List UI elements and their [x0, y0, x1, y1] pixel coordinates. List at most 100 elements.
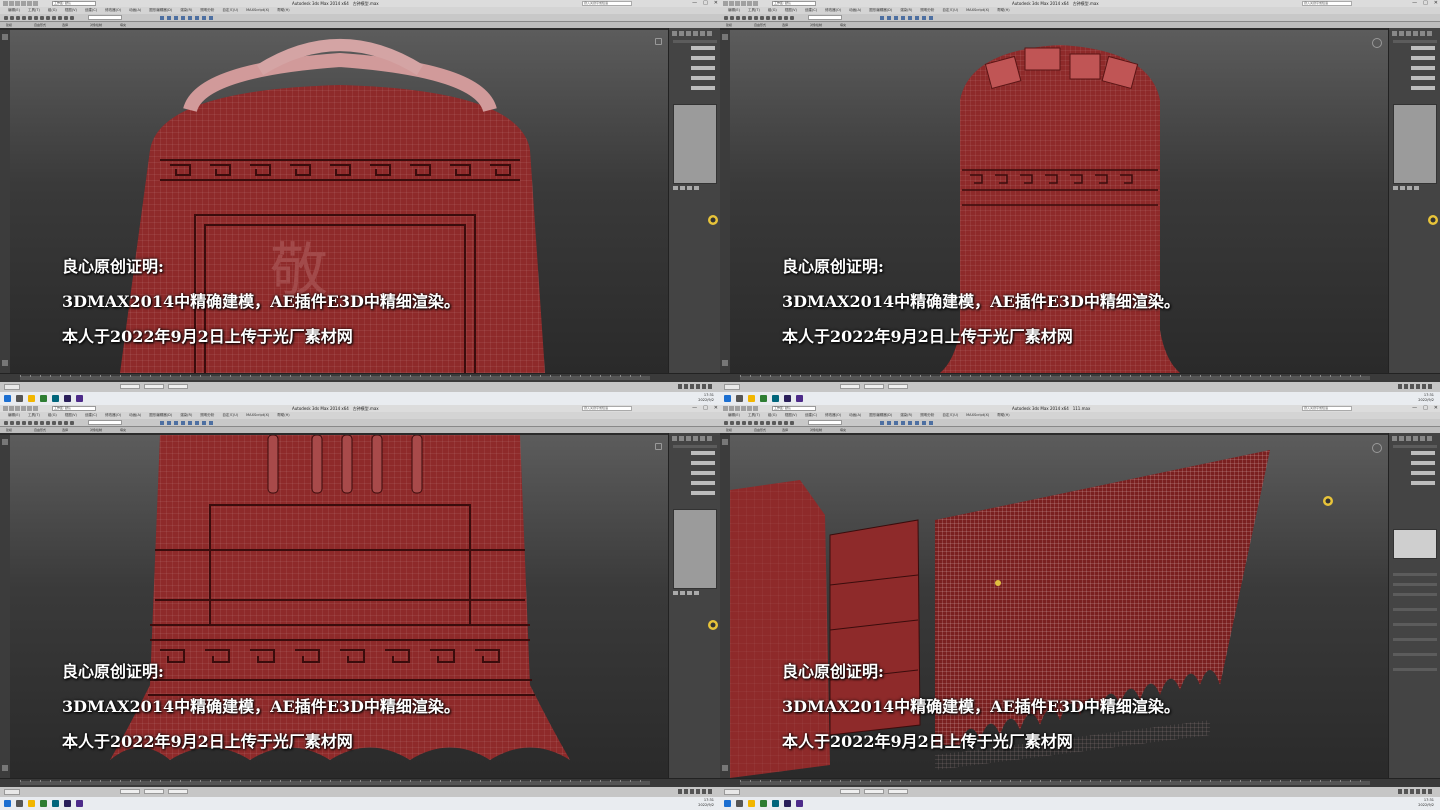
command-panel-tabs[interactable] [672, 436, 712, 441]
taskbar-clock[interactable]: 17:31 2022/9/2 [698, 393, 714, 403]
timeline[interactable] [0, 373, 720, 382]
menu-customize[interactable]: 自定义(U) [222, 7, 238, 14]
menu-modifiers[interactable]: 修改器(O) [825, 412, 841, 419]
ribbon-tab-selection[interactable]: 选择 [62, 427, 68, 433]
modifier-stack-list[interactable] [673, 104, 717, 184]
menu-maxscript[interactable]: MAXScript(X) [966, 412, 989, 419]
search-input[interactable]: 键入关键字或短语 [1302, 406, 1352, 411]
menu-animation[interactable]: 动画(A) [129, 412, 141, 419]
stack-buttons[interactable] [673, 591, 699, 595]
taskbar-app-icon[interactable] [52, 800, 59, 807]
timeline[interactable] [720, 778, 1440, 787]
search-icon[interactable] [16, 800, 23, 807]
ribbon-tab-freeform[interactable]: 自由形式 [34, 22, 46, 28]
ribbon-tab-freeform[interactable]: 自由形式 [754, 427, 766, 433]
ribbon-tab-object-paint[interactable]: 对象绘制 [90, 427, 102, 433]
ribbon-tab-modeling[interactable]: 建模 [726, 427, 732, 433]
menu-edit[interactable]: 编辑(E) [728, 7, 740, 14]
quick-access-toolbar[interactable] [3, 1, 38, 6]
playback-controls[interactable] [678, 384, 712, 389]
timeline[interactable] [0, 778, 720, 787]
taskbar-app-icon[interactable] [772, 800, 779, 807]
search-input[interactable]: 键入关键字或短语 [1302, 1, 1352, 6]
stack-buttons[interactable] [1393, 186, 1419, 190]
close-button[interactable]: ✕ [714, 405, 718, 412]
menu-rendering[interactable]: 渲染(R) [180, 412, 192, 419]
command-panel-tabs[interactable] [1392, 31, 1432, 36]
quick-access-toolbar[interactable] [3, 406, 38, 411]
windows-start-icon[interactable] [4, 395, 11, 402]
windows-start-icon[interactable] [724, 800, 731, 807]
toolbar-icons-secondary[interactable] [160, 16, 213, 20]
menu-tools[interactable]: 工具(T) [28, 7, 40, 14]
search-icon[interactable] [16, 395, 23, 402]
maximize-button[interactable]: □ [703, 0, 708, 7]
maximize-button[interactable]: □ [703, 405, 708, 412]
menu-rendering[interactable]: 渲染(R) [900, 7, 912, 14]
taskbar-app-icon[interactable] [28, 395, 35, 402]
perspective-viewport[interactable] [10, 435, 668, 778]
toolbar-icons-secondary[interactable] [880, 16, 933, 20]
menu-views[interactable]: 视图(V) [785, 412, 797, 419]
menu-graph-editors[interactable]: 图形编辑器(D) [149, 412, 172, 419]
ribbon-tab-freeform[interactable]: 自由形式 [754, 22, 766, 28]
menu-edit[interactable]: 编辑(E) [728, 412, 740, 419]
selection-filter-dropdown[interactable] [88, 15, 122, 20]
ribbon-tab-populate[interactable]: 填充 [840, 427, 846, 433]
ribbon-tab-object-paint[interactable]: 对象绘制 [810, 22, 822, 28]
taskbar-app-icon[interactable] [52, 395, 59, 402]
menu-maxscript[interactable]: MAXScript(X) [966, 7, 989, 14]
workspace-dropdown[interactable]: 工作区: 默认 [52, 1, 96, 6]
workspace-dropdown[interactable]: 工作区: 默认 [52, 406, 96, 411]
menu-modifiers[interactable]: 修改器(O) [105, 7, 121, 14]
ribbon-tab-modeling[interactable]: 建模 [6, 22, 12, 28]
menu-help[interactable]: 帮助(H) [997, 7, 1009, 14]
search-icon[interactable] [736, 800, 743, 807]
menu-animation[interactable]: 动画(A) [129, 7, 141, 14]
taskbar-app-icon[interactable] [40, 395, 47, 402]
menu-lighting[interactable]: 照明分析 [920, 7, 934, 14]
menu-graph-editors[interactable]: 图形编辑器(D) [869, 412, 892, 419]
toolbar-icons-secondary[interactable] [880, 421, 933, 425]
menu-lighting[interactable]: 照明分析 [200, 412, 214, 419]
taskbar-app-icon[interactable] [748, 395, 755, 402]
menu-group[interactable]: 组(G) [48, 412, 57, 419]
perspective-viewport[interactable]: 敬 [10, 30, 668, 373]
search-input[interactable]: 键入关键字或短语 [582, 1, 632, 6]
taskbar-app-icon[interactable] [796, 395, 803, 402]
ribbon-tab-selection[interactable]: 选择 [782, 22, 788, 28]
coordinate-fields[interactable] [120, 789, 188, 794]
menu-modifiers[interactable]: 修改器(O) [105, 412, 121, 419]
search-input[interactable]: 键入关键字或短语 [582, 406, 632, 411]
modifier-stack-list[interactable] [673, 509, 717, 589]
ribbon-tab-object-paint[interactable]: 对象绘制 [810, 427, 822, 433]
menu-group[interactable]: 组(G) [768, 412, 777, 419]
menu-maxscript[interactable]: MAXScript(X) [246, 412, 269, 419]
menu-create[interactable]: 创建(C) [805, 7, 817, 14]
menu-group[interactable]: 组(G) [48, 7, 57, 14]
minimize-button[interactable]: — [692, 0, 697, 7]
menu-rendering[interactable]: 渲染(R) [900, 412, 912, 419]
ribbon-tab-modeling[interactable]: 建模 [726, 22, 732, 28]
taskbar-app-icon[interactable] [784, 395, 791, 402]
stack-buttons[interactable] [673, 186, 699, 190]
selection-filter-dropdown[interactable] [88, 420, 122, 425]
viewcube-icon[interactable] [655, 38, 662, 45]
taskbar-app-icon[interactable] [76, 395, 83, 402]
menu-edit[interactable]: 编辑(E) [8, 7, 20, 14]
menu-customize[interactable]: 自定义(U) [942, 7, 958, 14]
selection-filter-dropdown[interactable] [808, 420, 842, 425]
selection-filter-dropdown[interactable] [808, 15, 842, 20]
menu-group[interactable]: 组(G) [768, 7, 777, 14]
quick-access-toolbar[interactable] [723, 406, 758, 411]
ribbon-tab-selection[interactable]: 选择 [62, 22, 68, 28]
quick-access-toolbar[interactable] [723, 1, 758, 6]
toolbar-icons[interactable] [4, 421, 74, 425]
modifier-stack-list[interactable] [1393, 104, 1437, 184]
menu-lighting[interactable]: 照明分析 [200, 7, 214, 14]
menu-graph-editors[interactable]: 图形编辑器(D) [869, 7, 892, 14]
command-panel-tabs[interactable] [672, 31, 712, 36]
taskbar-clock[interactable]: 17:31 2022/9/2 [1418, 798, 1434, 808]
playback-controls[interactable] [678, 789, 712, 794]
menu-tools[interactable]: 工具(T) [748, 7, 760, 14]
